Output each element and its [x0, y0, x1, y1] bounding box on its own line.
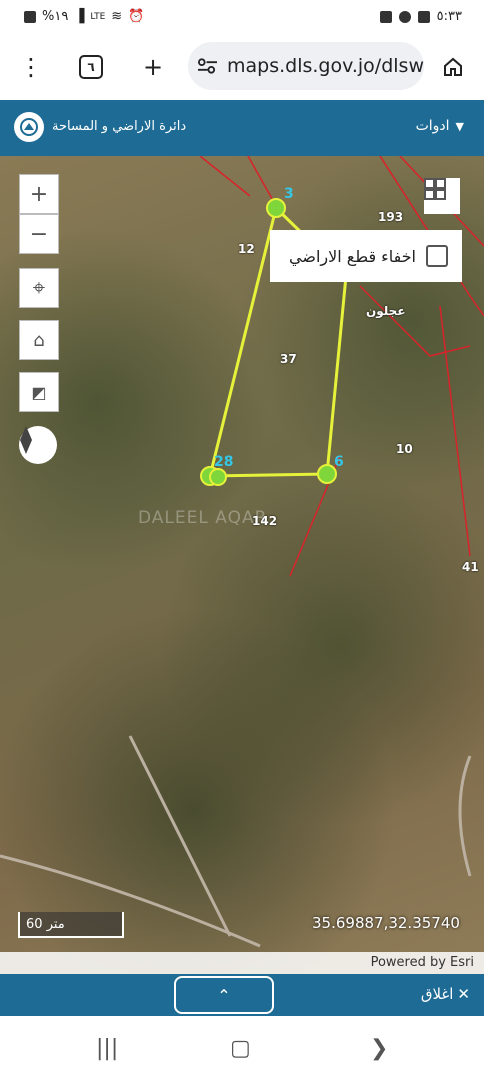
- expand-panel-button[interactable]: ⌃: [174, 976, 274, 1014]
- overflow-menu-icon[interactable]: ⋮: [14, 50, 48, 84]
- alarm-icon: ⏰: [128, 9, 145, 24]
- scale-bar: 60 متر: [18, 912, 124, 938]
- basemap-gallery-icon[interactable]: [424, 178, 460, 214]
- battery-text: %١٩: [42, 9, 69, 24]
- tabs-button[interactable]: ٦: [74, 50, 108, 84]
- measure-icon[interactable]: ◩: [19, 372, 59, 412]
- attribution: Powered by Esri: [0, 952, 484, 974]
- hide-parcels-label: اخفاء قطع الاراضي: [289, 246, 416, 266]
- watermark: DALEEL AQAR: [138, 508, 268, 528]
- wifi-icon: ≋: [111, 9, 123, 24]
- parcel-label: 37: [280, 352, 297, 366]
- tab-count: ٦: [79, 55, 103, 79]
- system-nav-bar: ||| ▢ ❯: [0, 1016, 484, 1080]
- messenger-icon: [398, 10, 411, 23]
- recents-icon[interactable]: |||: [96, 1036, 118, 1061]
- map-view[interactable]: + − ⌖ ⌂ ◩ اخفاء قطع الاراضي 193 12 37 10…: [0, 156, 484, 974]
- vertex-3[interactable]: [266, 198, 286, 218]
- site-settings-icon: [198, 58, 217, 74]
- check-notification-icon: [379, 10, 392, 23]
- road-3: [458, 755, 472, 877]
- compass-icon[interactable]: [19, 426, 57, 464]
- hide-parcels-toggle[interactable]: اخفاء قطع الاراضي: [270, 230, 462, 282]
- zoom-in-button[interactable]: +: [19, 174, 59, 214]
- browser-toolbar: ⋮ ٦ + maps.dls.gov.jo/dlsw: [0, 34, 484, 100]
- hide-parcels-checkbox[interactable]: [426, 245, 448, 267]
- point-label: 3: [284, 186, 294, 202]
- chevron-up-icon: ⌃: [217, 985, 231, 1005]
- close-icon: ✕: [457, 985, 470, 1003]
- coordinates-readout: 35.69887,32.35740: [312, 914, 460, 932]
- signal-icon: ▐: [74, 9, 85, 24]
- tools-label: ادوات: [415, 118, 450, 134]
- mail-icon: [417, 10, 430, 23]
- dls-logo-icon: [14, 112, 44, 142]
- home-nav-icon[interactable]: ▢: [230, 1036, 251, 1061]
- clock-text: ٥:٣٣: [436, 9, 462, 24]
- point-label: 28: [214, 454, 234, 470]
- app-header: دائرة الاراضي و المساحة ادوات ▼: [0, 100, 484, 156]
- url-bar[interactable]: maps.dls.gov.jo/dlsw: [188, 42, 424, 90]
- url-text: maps.dls.gov.jo/dlsw: [226, 55, 424, 77]
- parcel-label: 12: [238, 242, 255, 256]
- home-icon[interactable]: [436, 50, 470, 84]
- home-extent-icon[interactable]: ⌂: [19, 320, 59, 360]
- point-label: 6: [334, 454, 344, 470]
- back-icon[interactable]: ❯: [370, 1036, 388, 1061]
- chevron-down-icon: ▼: [455, 119, 464, 133]
- lte-text: LTE: [90, 11, 106, 22]
- network-icon: [24, 10, 36, 23]
- new-tab-icon[interactable]: +: [136, 50, 170, 84]
- road: [128, 735, 232, 937]
- close-label: اغلاق: [420, 985, 454, 1003]
- place-label: عجلون: [366, 304, 406, 318]
- tools-menu[interactable]: ادوات ▼: [416, 118, 464, 134]
- locate-icon[interactable]: ⌖: [19, 268, 59, 308]
- parcel-label: 193: [378, 210, 404, 224]
- zoom-out-button[interactable]: −: [19, 214, 59, 254]
- bottom-panel-bar: ⌃ اغلاق ✕: [0, 974, 484, 1016]
- parcel-label: 10: [396, 442, 413, 456]
- vertex-28b[interactable]: [209, 468, 227, 486]
- parcel-label: 41: [462, 560, 479, 574]
- app-title: دائرة الاراضي و المساحة: [52, 119, 187, 134]
- close-button[interactable]: اغلاق ✕: [421, 985, 470, 1003]
- status-bar: %١٩ ▐ LTE ≋ ⏰ ٥:٣٣: [0, 0, 484, 34]
